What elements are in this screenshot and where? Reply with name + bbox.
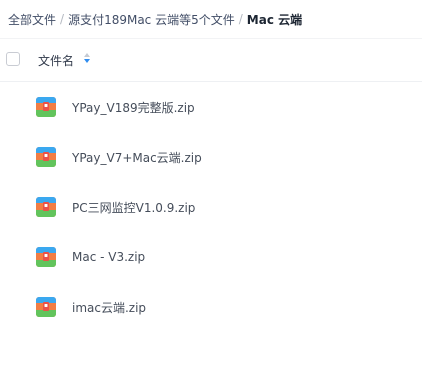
- zip-archive-icon: [36, 147, 56, 167]
- select-all-checkbox[interactable]: [6, 52, 20, 66]
- file-row[interactable]: imac云端.zip: [0, 282, 422, 332]
- breadcrumb: 全部文件 / 源支付189Mac 云端等5个文件 / Mac 云端: [0, 0, 422, 39]
- file-name[interactable]: Mac - V3.zip: [72, 250, 145, 264]
- breadcrumb-parent-folder[interactable]: 源支付189Mac 云端等5个文件: [68, 11, 235, 28]
- file-name[interactable]: YPay_V7+Mac云端.zip: [72, 149, 202, 166]
- zip-archive-icon: [36, 297, 56, 317]
- breadcrumb-all-files[interactable]: 全部文件: [8, 11, 56, 28]
- zip-archive-icon: [36, 247, 56, 267]
- breadcrumb-current-folder: Mac 云端: [246, 12, 303, 27]
- sort-icon[interactable]: [84, 53, 91, 67]
- breadcrumb-separator: /: [60, 12, 65, 26]
- file-name[interactable]: PC三网监控V1.0.9.zip: [72, 199, 195, 216]
- file-name[interactable]: imac云端.zip: [72, 299, 146, 316]
- file-row[interactable]: PC三网监控V1.0.9.zip: [0, 182, 422, 232]
- file-list: YPay_V189完整版.zip YPay_V7+Mac云端.zip PC三网监…: [0, 82, 422, 332]
- file-list-header: 文件名: [0, 39, 422, 82]
- breadcrumb-separator: /: [238, 12, 243, 26]
- zip-archive-icon: [36, 197, 56, 217]
- file-row[interactable]: YPay_V7+Mac云端.zip: [0, 132, 422, 182]
- column-filename-header[interactable]: 文件名: [38, 52, 74, 69]
- file-row[interactable]: YPay_V189完整版.zip: [0, 82, 422, 132]
- file-name[interactable]: YPay_V189完整版.zip: [72, 99, 195, 116]
- zip-archive-icon: [36, 97, 56, 117]
- file-row[interactable]: Mac - V3.zip: [0, 232, 422, 282]
